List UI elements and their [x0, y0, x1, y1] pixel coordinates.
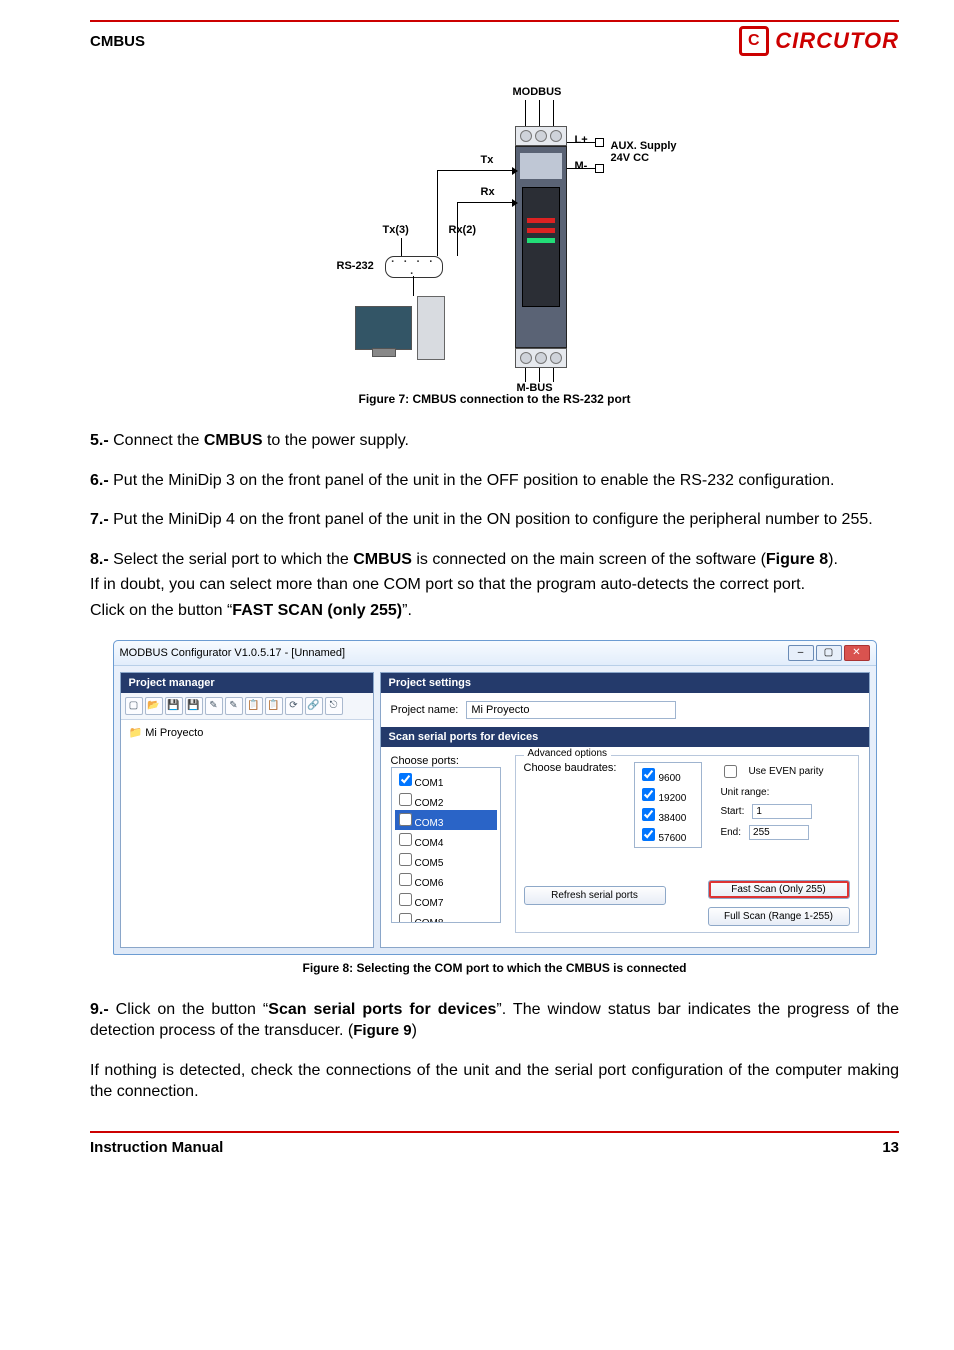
baud-item[interactable]: 38400 [638, 805, 698, 825]
page-number: 13 [882, 1139, 899, 1156]
port-checkbox[interactable] [399, 773, 412, 786]
label-tx: Tx [481, 154, 494, 166]
even-parity-label: Use EVEN parity [748, 766, 823, 777]
doc-header-left: CMBUS [90, 33, 145, 50]
project-settings-header: Project settings [381, 673, 869, 693]
baud-checkbox[interactable] [642, 828, 655, 841]
port-checkbox[interactable] [399, 893, 412, 906]
baud-checkbox[interactable] [642, 788, 655, 801]
footer-left: Instruction Manual [90, 1139, 223, 1156]
label-mminus: M- [575, 160, 588, 172]
label-mbus: M-BUS [517, 382, 553, 394]
exit-icon[interactable]: ⎋ [325, 697, 343, 715]
ports-listbox[interactable]: COM1COM2COM3COM4COM5COM6COM7COM8COM9COM1… [391, 767, 501, 923]
baud-item[interactable]: 57600 [638, 825, 698, 845]
port-checkbox[interactable] [399, 853, 412, 866]
link-icon[interactable]: 🔗 [305, 697, 323, 715]
baud-checkbox[interactable] [642, 768, 655, 781]
project-manager-header: Project manager [121, 673, 373, 693]
project-name-input[interactable] [466, 701, 676, 719]
figure-7-caption: Figure 7: CMBUS connection to the RS-232… [90, 392, 899, 406]
tree-root[interactable]: Mi Proyecto [145, 727, 203, 739]
brand-logo: C CIRCUTOR [739, 26, 899, 56]
unit-range-label: Unit range: [720, 787, 823, 798]
start-label: Start: [720, 806, 744, 817]
label-modbus: MODBUS [513, 86, 562, 98]
folder-icon: 📁 [129, 727, 143, 739]
save-icon[interactable]: 💾 [165, 697, 183, 715]
baud-item[interactable]: 9600 [638, 765, 698, 785]
tool2-icon[interactable]: ✎ [225, 697, 243, 715]
scan-ports-header: Scan serial ports for devices [381, 727, 869, 747]
figure-8-caption: Figure 8: Selecting the COM port to whic… [90, 961, 899, 975]
port-checkbox[interactable] [399, 833, 412, 846]
brand-name: CIRCUTOR [775, 28, 899, 54]
label-rx2: Rx(2) [449, 224, 477, 236]
step-5-num: 5.- [90, 432, 109, 449]
label-rs232: RS-232 [337, 260, 374, 272]
step-7-num: 7.- [90, 511, 109, 528]
baud-item[interactable]: 19200 [638, 785, 698, 805]
refresh-icon[interactable]: ⟳ [285, 697, 303, 715]
open-icon[interactable]: 📂 [145, 697, 163, 715]
step-6-num: 6.- [90, 472, 109, 489]
saveas-icon[interactable]: 💾 [185, 697, 203, 715]
port-item[interactable]: COM3 [395, 810, 497, 830]
terminal-block-top [515, 126, 567, 146]
tool-icon[interactable]: ✎ [205, 697, 223, 715]
port-item[interactable]: COM1 [395, 770, 497, 790]
label-rx: Rx [481, 186, 495, 198]
figure-7-diagram: MODBUS L+ M- AUX. Supply 24V CC Tx Rx [255, 86, 735, 386]
port-item[interactable]: COM7 [395, 890, 497, 910]
project-manager-toolbar: ▢ 📂 💾 💾 ✎ ✎ 📋 📋 ⟳ 🔗 ⎋ [121, 693, 373, 720]
port-item[interactable]: COM4 [395, 830, 497, 850]
port-checkbox[interactable] [399, 813, 412, 826]
paste-icon[interactable]: 📋 [265, 697, 283, 715]
port-item[interactable]: COM8 [395, 910, 497, 923]
port-checkbox[interactable] [399, 913, 412, 923]
choose-baud-label: Choose baudrates: [524, 762, 617, 774]
step-9-num: 9.- [90, 1001, 109, 1018]
baud-listbox[interactable]: 9600192003840057600 [634, 762, 702, 848]
baud-checkbox[interactable] [642, 808, 655, 821]
window-maximize-button[interactable]: ▢ [816, 645, 842, 661]
label-aux-supply: AUX. Supply 24V CC [611, 140, 677, 164]
port-item[interactable]: COM5 [395, 850, 497, 870]
rs232-connector [385, 256, 443, 278]
terminal-block-bottom [515, 348, 567, 368]
pc-icon [355, 296, 455, 366]
label-lplus: L+ [575, 134, 588, 146]
end-input[interactable] [749, 825, 809, 840]
choose-ports-label: Choose ports: [391, 755, 501, 767]
port-checkbox[interactable] [399, 793, 412, 806]
even-parity-checkbox[interactable] [724, 765, 737, 778]
fast-scan-button[interactable]: Fast Scan (Only 255) [708, 880, 850, 899]
refresh-ports-button[interactable]: Refresh serial ports [524, 886, 666, 905]
window-close-button[interactable]: ✕ [844, 645, 870, 661]
port-checkbox[interactable] [399, 873, 412, 886]
project-name-label: Project name: [391, 704, 459, 716]
figure-8-screenshot: MODBUS Configurator V1.0.5.17 - [Unnamed… [113, 640, 877, 955]
advanced-options-legend: Advanced options [524, 748, 612, 759]
new-icon[interactable]: ▢ [125, 697, 143, 715]
cmbus-device [515, 146, 567, 348]
brand-logo-icon: C [739, 26, 769, 56]
end-label: End: [720, 827, 741, 838]
port-item[interactable]: COM6 [395, 870, 497, 890]
step-8-num: 8.- [90, 551, 109, 568]
window-title: MODBUS Configurator V1.0.5.17 - [Unnamed… [120, 647, 346, 659]
start-input[interactable] [752, 804, 812, 819]
full-scan-button[interactable]: Full Scan (Range 1-255) [708, 907, 850, 926]
window-minimize-button[interactable]: – [788, 645, 814, 661]
label-tx3: Tx(3) [383, 224, 409, 236]
port-item[interactable]: COM2 [395, 790, 497, 810]
copy-icon[interactable]: 📋 [245, 697, 263, 715]
